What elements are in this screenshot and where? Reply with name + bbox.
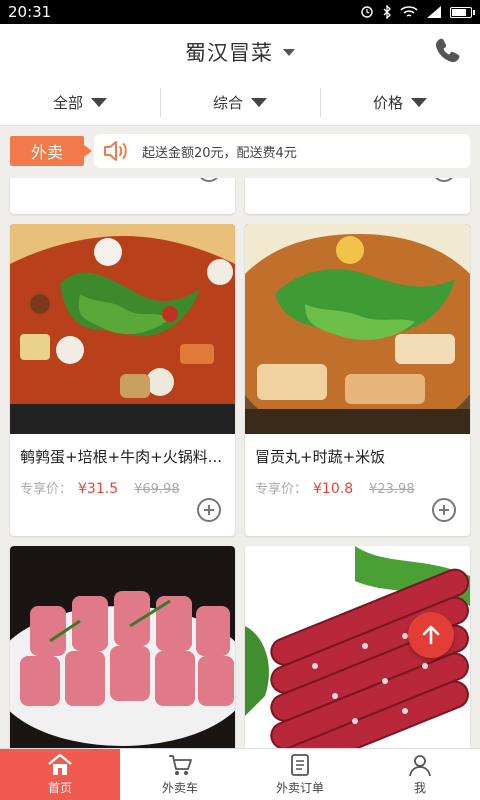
add-to-cart-icon[interactable] <box>432 498 456 522</box>
price-label: 专享价： <box>20 482 73 497</box>
product-card[interactable]: 鹌鹑蛋+培根+牛肉+火锅料... 专享价： ¥31.5 ¥69.98 <box>10 224 235 536</box>
status-icons <box>360 5 475 19</box>
back-to-top-button[interactable] <box>408 612 454 658</box>
status-bar: 20:31 <box>0 0 480 24</box>
chevron-down-icon[interactable] <box>283 48 295 56</box>
triangle-down-icon <box>411 98 427 107</box>
bottom-tab-bar: 首页 外卖车 外卖订单 我 <box>0 748 480 800</box>
store-title[interactable]: 蜀汉冒菜 <box>185 37 273 67</box>
signal-icon <box>427 6 441 18</box>
phone-icon[interactable] <box>432 36 462 66</box>
filter-label: 全部 <box>52 94 83 112</box>
triangle-down-icon <box>251 98 267 107</box>
tab-label: 首页 <box>47 781 72 795</box>
product-card[interactable]: 冒贡丸+时蔬+米饭 专享价： ¥10.8 ¥23.98 <box>245 224 470 536</box>
price-label: 专享价： <box>255 482 308 497</box>
tab-me[interactable]: 我 <box>360 749 480 800</box>
cart-icon <box>169 755 192 775</box>
bluetooth-icon <box>383 5 391 19</box>
speaker-icon <box>104 141 127 161</box>
tab-label: 外卖车 <box>161 781 198 795</box>
delivery-notice: 外卖 起送金额20元，配送费4元 <box>0 126 480 178</box>
triangle-down-icon <box>91 98 107 107</box>
battery-icon <box>450 6 475 18</box>
notice-text: 起送金额20元，配送费4元 <box>142 145 297 161</box>
product-name: 冒贡丸+时蔬+米饭 <box>255 448 386 466</box>
home-icon <box>48 753 72 775</box>
tab-label: 外卖订单 <box>275 781 324 795</box>
price-row: 专享价： ¥10.8 ¥23.98 <box>255 478 415 497</box>
add-to-cart-icon[interactable] <box>432 178 456 182</box>
product-name: 鹌鹑蛋+培根+牛肉+火锅料... <box>20 448 223 466</box>
user-icon <box>409 755 431 777</box>
filter-all[interactable]: 全部 <box>0 80 160 125</box>
order-icon <box>291 754 309 776</box>
original-price: ¥69.98 <box>134 482 180 497</box>
tab-orders[interactable]: 外卖订单 <box>240 749 360 800</box>
product-grid: 鹌鹑蛋+培根+牛肉+火锅料... 专享价： ¥31.5 ¥69.98 冒贡丸+时… <box>0 178 480 748</box>
delivery-tag: 外卖 <box>10 136 92 166</box>
tab-cart[interactable]: 外卖车 <box>120 749 240 800</box>
product-photo <box>10 546 235 748</box>
price-row: 专享价： ¥31.5 ¥69.98 <box>20 478 180 497</box>
add-to-cart-icon[interactable] <box>197 498 221 522</box>
product-card[interactable] <box>245 178 470 214</box>
filter-bar: 全部 综合 价格 <box>0 80 480 126</box>
app-header: 蜀汉冒菜 <box>0 24 480 80</box>
tab-label: 我 <box>413 781 426 795</box>
alarm-icon <box>361 6 373 18</box>
product-photo <box>10 224 235 434</box>
product-card[interactable] <box>10 546 235 748</box>
filter-label: 价格 <box>372 94 403 112</box>
add-to-cart-icon[interactable] <box>197 178 221 182</box>
original-price: ¥23.98 <box>369 482 415 497</box>
product-photo <box>245 224 470 434</box>
wifi-icon <box>400 6 418 17</box>
notice-bubble: 起送金额20元，配送费4元 <box>94 134 470 168</box>
arrow-up-icon <box>422 625 440 645</box>
status-time: 20:31 <box>8 3 52 21</box>
product-card[interactable] <box>10 178 235 214</box>
filter-price[interactable]: 价格 <box>320 80 480 125</box>
tab-home[interactable]: 首页 <box>0 749 120 800</box>
filter-label: 综合 <box>212 94 243 112</box>
filter-comprehensive[interactable]: 综合 <box>160 80 320 125</box>
product-price: ¥10.8 <box>313 481 354 497</box>
product-price: ¥31.5 <box>78 481 119 497</box>
